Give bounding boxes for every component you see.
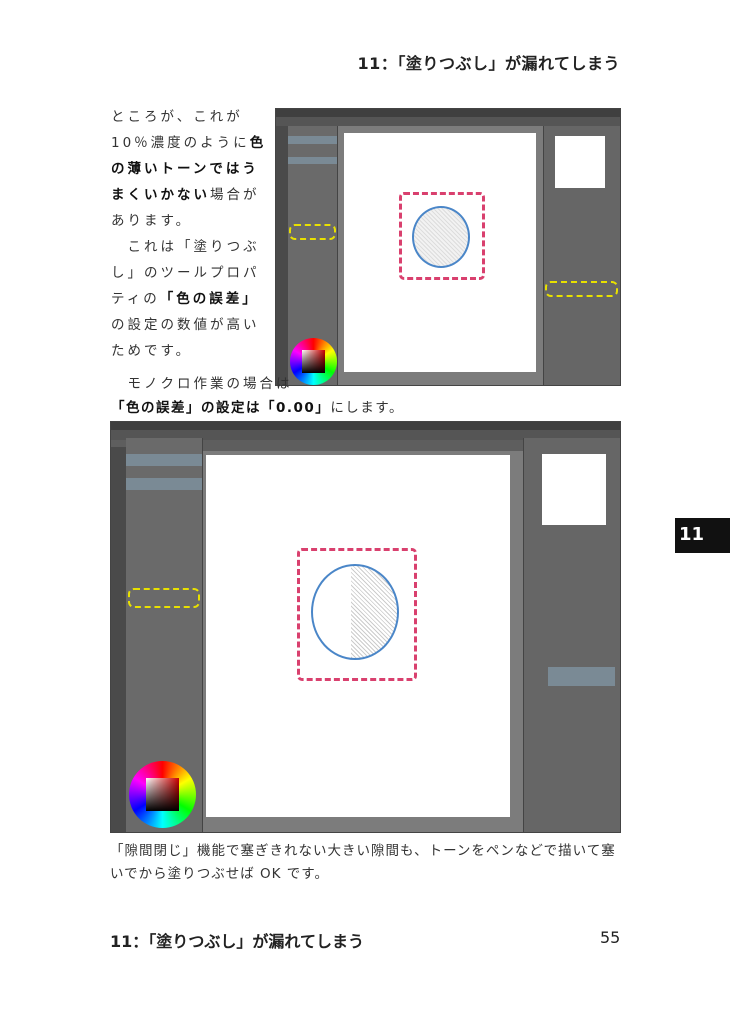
chapter-tab: 11 (675, 518, 730, 553)
subtool-row (126, 454, 202, 466)
caption: 「隙間閉じ」機能で塞ぎきれない大きい隙間も、トーンをペンなどで描いて塞いでから塗… (110, 843, 616, 882)
layer-highlight (545, 281, 619, 297)
circle-drawing (311, 564, 399, 660)
app-menubar (276, 117, 620, 126)
page-number: 55 (600, 928, 621, 947)
footer-title: 11：「塗りつぶし」が漏れてしまう (110, 932, 364, 951)
bold-text: 「0.00」 (261, 400, 331, 416)
subtool-row (288, 156, 337, 165)
color-margin-highlight (127, 587, 201, 608)
layer-row (548, 666, 616, 687)
circle-drawing (412, 206, 470, 268)
running-header: 11：「塗りつぶし」が漏れてしまう (357, 54, 620, 73)
tool-strip (276, 125, 289, 385)
bold-text: 「色の誤差」の設定は (111, 400, 261, 416)
screenshot-fill-gap (110, 421, 621, 833)
text: モノクロ作業の場合は (127, 376, 293, 392)
text: ところが、これが10％濃度のように (111, 109, 250, 151)
screenshot-fill-leak (275, 108, 621, 386)
tool-property-panel (288, 125, 338, 385)
bold-text: 「色の誤差」 (159, 291, 259, 307)
tool-property-panel (126, 438, 203, 832)
text: の設定の数値が高いためです。 (111, 317, 260, 359)
layer-panel (523, 438, 620, 832)
paragraph-3: モノクロ作業の場合は「色の誤差」の設定は「0.00」にします。 (111, 372, 531, 420)
subtool-row (288, 135, 337, 144)
tool-strip (111, 446, 127, 832)
paragraph-2: これは「塗りつぶし」のツールプロパティの「色の誤差」の設定の数値が高いためです。 (111, 234, 269, 364)
text: にします。 (330, 400, 404, 416)
navigator-preview (555, 135, 605, 188)
color-margin-highlight (289, 224, 336, 240)
color-wheel (129, 761, 197, 829)
paragraph-1: ところが、これが10％濃度のように色の薄いトーンではうまくいかない場合があります… (111, 104, 269, 234)
navigator-preview (541, 454, 606, 525)
subtool-row (126, 477, 202, 490)
layer-panel (542, 125, 620, 385)
